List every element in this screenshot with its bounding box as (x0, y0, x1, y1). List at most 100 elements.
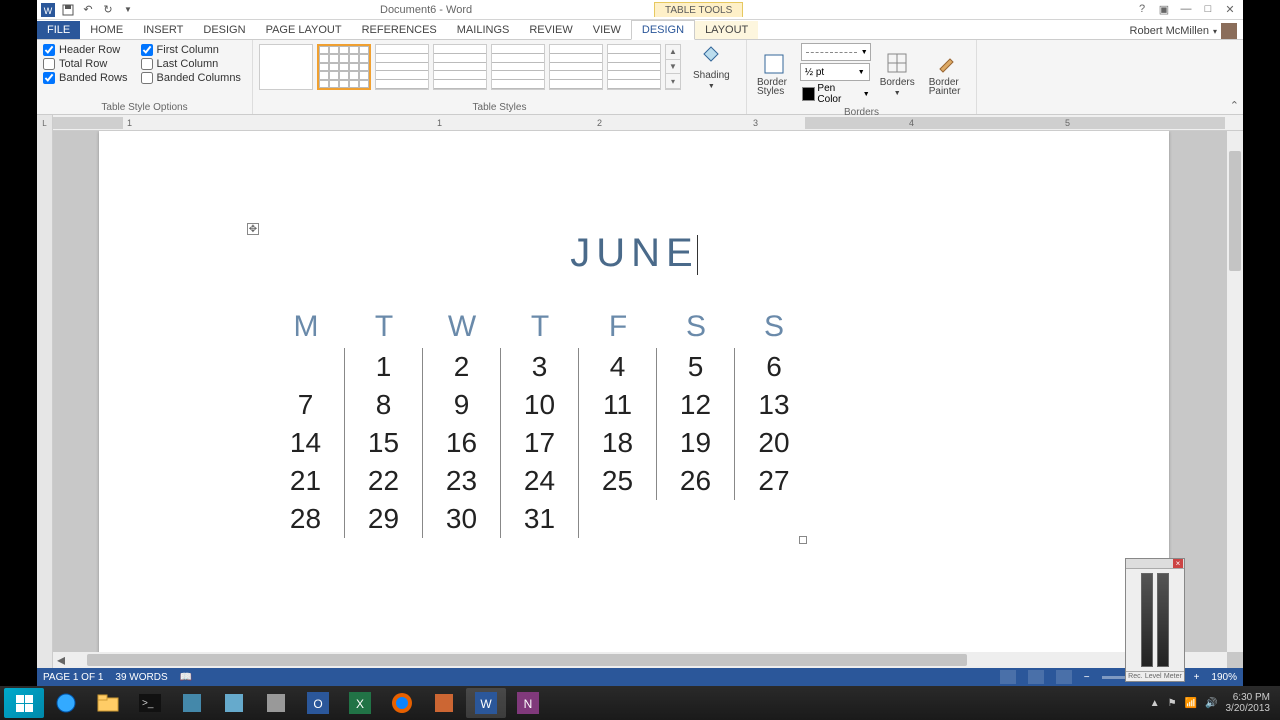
tab-table-layout[interactable]: LAYOUT (695, 21, 758, 39)
help-icon[interactable]: ? (1135, 3, 1149, 16)
calendar-cell[interactable]: 7 (267, 386, 345, 424)
calendar-cell[interactable]: 31 (501, 500, 579, 538)
qat-dropdown-icon[interactable]: ▼ (121, 3, 135, 17)
scrollbar-thumb[interactable] (87, 654, 967, 666)
calendar-title[interactable]: JUNE (99, 231, 1169, 276)
status-words[interactable]: 39 WORDS (115, 672, 167, 683)
calendar-cell[interactable]: 20 (735, 424, 813, 462)
tab-references[interactable]: REFERENCES (352, 21, 447, 39)
scrollbar-thumb[interactable] (1229, 151, 1241, 271)
table-resize-handle[interactable] (799, 536, 807, 544)
scrollbar-horizontal[interactable]: ◂ (53, 652, 1227, 668)
gallery-more-icon[interactable]: ▾ (666, 74, 680, 89)
calendar-cell[interactable]: 30 (423, 500, 501, 538)
calendar-cell[interactable]: 8 (345, 386, 423, 424)
style-thumb[interactable] (375, 44, 429, 90)
tab-design[interactable]: DESIGN (193, 21, 255, 39)
tab-file[interactable]: FILE (37, 21, 80, 39)
calendar-cell[interactable]: 21 (267, 462, 345, 500)
opt-banded-columns[interactable]: Banded Columns (141, 72, 246, 84)
calendar-cell[interactable]: 13 (735, 386, 813, 424)
style-thumb[interactable] (433, 44, 487, 90)
scrollbar-vertical[interactable] (1227, 131, 1243, 652)
redo-icon[interactable]: ↻ (101, 3, 115, 17)
pen-weight[interactable]: ½ pt▼ (800, 63, 870, 81)
border-styles-button[interactable]: Border Styles (751, 50, 798, 98)
calendar-cell[interactable]: 2 (423, 348, 501, 386)
taskbar-onenote[interactable]: N (508, 688, 548, 718)
calendar-cell[interactable]: 28 (267, 500, 345, 538)
start-button[interactable] (4, 688, 44, 718)
style-thumb[interactable] (549, 44, 603, 90)
minimize-icon[interactable]: — (1179, 3, 1193, 16)
level-meter-titlebar[interactable]: × (1126, 559, 1184, 569)
style-thumb[interactable] (317, 44, 371, 90)
calendar-cell[interactable]: 23 (423, 462, 501, 500)
page[interactable]: ✥ JUNE MTWTFSS12345678910111213141516171… (99, 131, 1169, 661)
status-page[interactable]: PAGE 1 OF 1 (43, 672, 103, 683)
ribbon-display-icon[interactable]: ▣ (1157, 3, 1171, 16)
pen-color[interactable]: Pen Color ▼ (800, 82, 872, 106)
save-icon[interactable] (61, 3, 75, 17)
taskbar-firefox[interactable] (382, 688, 422, 718)
calendar-cell[interactable]: 27 (735, 462, 813, 500)
calendar-cell[interactable]: 29 (345, 500, 423, 538)
tray-volume-icon[interactable]: 🔊 (1205, 698, 1217, 709)
taskbar-outlook[interactable]: O (298, 688, 338, 718)
tab-page-layout[interactable]: PAGE LAYOUT (256, 21, 352, 39)
zoom-in-icon[interactable]: + (1194, 672, 1200, 683)
account-user[interactable]: Robert McMillen ▾ (1130, 23, 1243, 39)
gallery-up-icon[interactable]: ▲ (666, 45, 680, 60)
style-thumb[interactable] (259, 44, 313, 90)
gallery-down-icon[interactable]: ▼ (666, 60, 680, 75)
style-thumb[interactable] (491, 44, 545, 90)
borders-button[interactable]: Borders ▼ (874, 49, 921, 99)
opt-header-row[interactable]: Header Row (43, 44, 133, 56)
level-meter-window[interactable]: × Rec. Level Meter (1125, 558, 1185, 682)
taskbar-word[interactable]: W (466, 688, 506, 718)
opt-first-column[interactable]: First Column (141, 44, 246, 56)
taskbar-cmd[interactable]: >_ (130, 688, 170, 718)
calendar-cell[interactable]: 1 (345, 348, 423, 386)
calendar-cell[interactable] (267, 348, 345, 386)
taskbar-excel[interactable]: X (340, 688, 380, 718)
tab-insert[interactable]: INSERT (133, 21, 193, 39)
calendar-table[interactable]: MTWTFSS123456789101112131415161718192021… (267, 306, 813, 538)
taskbar-app1[interactable] (172, 688, 212, 718)
tray-icon[interactable]: ▲ (1150, 698, 1160, 709)
calendar-cell[interactable]: 4 (579, 348, 657, 386)
calendar-cell[interactable]: 24 (501, 462, 579, 500)
tab-table-design[interactable]: DESIGN (631, 20, 695, 40)
tray-icon[interactable]: ⚑ (1168, 698, 1177, 709)
close-icon[interactable]: × (1173, 559, 1183, 568)
calendar-cell[interactable]: 19 (657, 424, 735, 462)
calendar-cell[interactable]: 10 (501, 386, 579, 424)
calendar-cell[interactable]: 15 (345, 424, 423, 462)
calendar-cell[interactable]: 5 (657, 348, 735, 386)
ruler-horizontal[interactable]: L 1 1 2 3 4 5 (37, 115, 1243, 131)
zoom-level[interactable]: 190% (1211, 672, 1237, 683)
opt-total-row[interactable]: Total Row (43, 58, 133, 70)
calendar-cell[interactable]: 22 (345, 462, 423, 500)
calendar-cell[interactable] (735, 500, 813, 538)
calendar-cell[interactable] (657, 500, 735, 538)
view-read-mode[interactable] (1000, 670, 1016, 684)
tab-review[interactable]: REVIEW (519, 21, 582, 39)
proofing-icon[interactable]: 📖 (180, 672, 192, 683)
opt-banded-rows[interactable]: Banded Rows (43, 72, 133, 84)
tab-mailings[interactable]: MAILINGS (447, 21, 520, 39)
tray-network-icon[interactable]: 📶 (1185, 698, 1197, 709)
calendar-cell[interactable]: 16 (423, 424, 501, 462)
taskbar-app3[interactable] (256, 688, 296, 718)
style-thumb[interactable] (607, 44, 661, 90)
calendar-cell[interactable]: 26 (657, 462, 735, 500)
calendar-cell[interactable] (579, 500, 657, 538)
border-painter-button[interactable]: Border Painter (923, 50, 972, 98)
view-web-layout[interactable] (1056, 670, 1072, 684)
calendar-cell[interactable]: 9 (423, 386, 501, 424)
calendar-cell[interactable]: 6 (735, 348, 813, 386)
taskbar-ie[interactable] (46, 688, 86, 718)
tray-clock[interactable]: 6:30 PM 3/20/2013 (1226, 692, 1271, 714)
calendar-cell[interactable]: 18 (579, 424, 657, 462)
view-print-layout[interactable] (1028, 670, 1044, 684)
